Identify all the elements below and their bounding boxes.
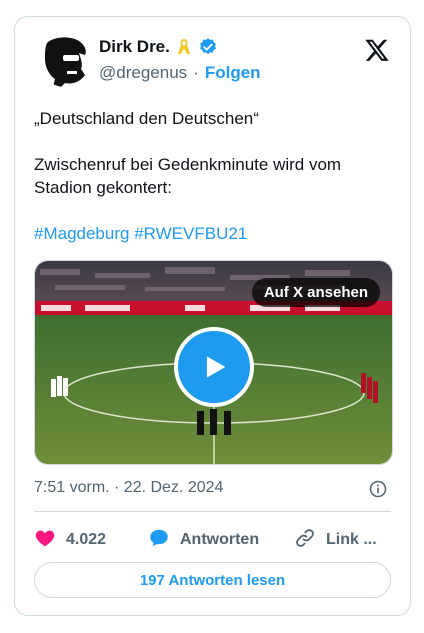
link-label: Link ... <box>326 531 377 548</box>
tweet-header: Dirk Dre. @dregenus · Folgen <box>39 35 390 91</box>
copy-link-button[interactable]: Link ... <box>294 527 377 554</box>
x-logo-icon[interactable] <box>364 37 390 63</box>
heart-icon <box>34 527 56 554</box>
embedded-tweet-card: Dirk Dre. @dregenus · Folgen „Deutschlan… <box>14 16 411 616</box>
hashtag-link[interactable]: #RWEVFBU21 <box>134 224 247 243</box>
hashtags: #Magdeburg #RWEVFBU21 <box>34 224 247 244</box>
info-icon[interactable] <box>368 479 388 499</box>
reply-button[interactable]: Antworten <box>148 527 294 554</box>
divider <box>34 511 391 512</box>
author-handle[interactable]: @dregenus <box>99 63 187 83</box>
tweet-text: „Deutschland den Deutschen“ Zwischenruf … <box>34 107 394 222</box>
like-count: 4.022 <box>66 531 107 548</box>
like-button[interactable]: 4.022 <box>34 527 148 554</box>
hashtag-link[interactable]: #Magdeburg <box>34 224 129 243</box>
handle-row: @dregenus · Folgen <box>99 63 261 83</box>
link-icon <box>294 527 316 554</box>
name-row: Dirk Dre. <box>99 37 218 57</box>
play-icon <box>197 350 231 384</box>
verified-badge-icon <box>198 37 218 57</box>
read-replies-button[interactable]: 197 Antworten lesen <box>34 562 391 598</box>
separator-dot: · <box>193 63 199 82</box>
tweet-quote-line: „Deutschland den Deutschen“ <box>34 109 259 128</box>
follow-link[interactable]: Folgen <box>205 63 261 83</box>
author-name[interactable]: Dirk Dre. <box>99 37 170 57</box>
reply-label: Antworten <box>180 531 260 548</box>
watch-on-x-badge[interactable]: Auf X ansehen <box>251 278 380 307</box>
avatar[interactable] <box>39 35 91 87</box>
speech-bubble-icon <box>148 527 170 554</box>
action-bar: 4.022 Antworten Link ... <box>34 525 391 555</box>
play-button[interactable] <box>173 326 254 407</box>
yellow-ribbon-icon <box>174 37 194 57</box>
video-thumbnail[interactable]: Auf X ansehen <box>34 260 393 465</box>
timestamp[interactable]: 7:51 vorm. · 22. Dez. 2024 <box>34 479 223 497</box>
tweet-body-line: Zwischenruf bei Gedenkminute wird vom St… <box>34 155 342 197</box>
